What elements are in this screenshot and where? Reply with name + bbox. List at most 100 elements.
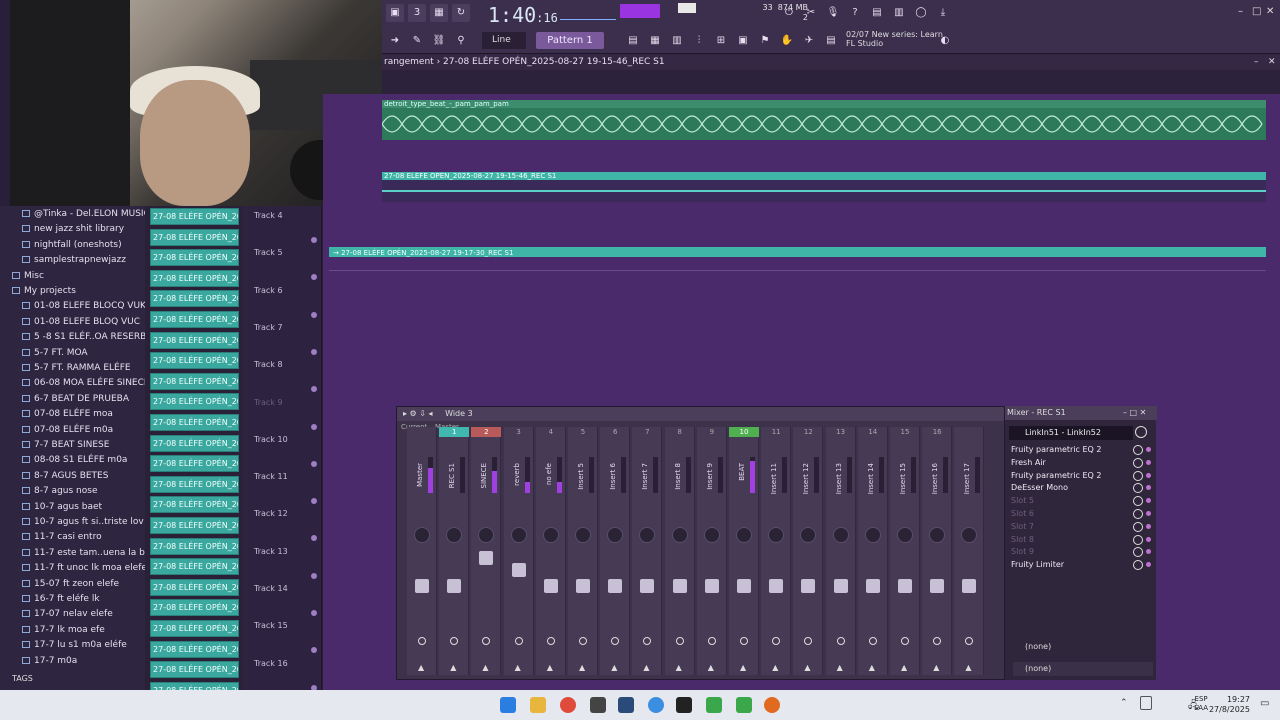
volume-fader[interactable] bbox=[801, 579, 816, 593]
volume-fader[interactable] bbox=[640, 579, 655, 593]
route-toggle[interactable] bbox=[965, 637, 974, 645]
route-toggle[interactable] bbox=[772, 637, 781, 645]
mixer-input-select[interactable]: LinkIn51 - LinkIn52 bbox=[1009, 426, 1133, 440]
slot-enable-dot[interactable] bbox=[1146, 485, 1151, 491]
edge-icon[interactable] bbox=[648, 697, 664, 713]
volume-fader[interactable] bbox=[415, 579, 429, 593]
route-arrow-icon[interactable]: ▲ bbox=[772, 663, 778, 672]
playlist-minimize-icon[interactable]: – bbox=[1254, 57, 1259, 67]
save-icon[interactable]: ▤ bbox=[868, 4, 886, 22]
slot-mix-knob[interactable] bbox=[1133, 445, 1143, 455]
route-toggle[interactable] bbox=[643, 637, 652, 645]
news-panel[interactable]: 02/07 New series: Learn FL Studio bbox=[846, 30, 943, 48]
song-position-clock[interactable]: 1:40:16 bbox=[488, 3, 558, 27]
route-toggle[interactable] bbox=[546, 637, 555, 645]
mixer-layout-label[interactable]: Wide 3 bbox=[445, 409, 473, 418]
route-arrow-icon[interactable]: ▲ bbox=[933, 663, 939, 672]
playlist-icon[interactable]: ▤ bbox=[624, 32, 642, 50]
mixer-channel[interactable]: Insert 17 ▲ bbox=[954, 427, 985, 675]
slot-enable-dot[interactable] bbox=[1146, 472, 1151, 478]
pan-knob[interactable] bbox=[542, 527, 559, 543]
route-toggle[interactable] bbox=[514, 637, 523, 645]
mixer-channel[interactable]: 11 Insert 11 ▲ bbox=[761, 427, 792, 675]
stamp-icon[interactable]: ⚲ bbox=[452, 32, 470, 50]
track-header[interactable]: Track 15 bbox=[254, 621, 288, 630]
route-arrow-icon[interactable]: ▲ bbox=[547, 663, 553, 672]
route-arrow-icon[interactable]: ▲ bbox=[450, 663, 456, 672]
track-mute-dot[interactable] bbox=[311, 572, 317, 579]
clip-item[interactable]: 27-08 ELÉFE OPÉN_2025... bbox=[150, 558, 239, 576]
slot-enable-dot[interactable] bbox=[1146, 562, 1151, 568]
clip-item[interactable]: 27-08 ELÉFE OPÉN_2025... bbox=[150, 249, 239, 267]
clip-item[interactable]: 27-08 ELÉFE OPÉN_2025... bbox=[150, 269, 239, 287]
send-select-1[interactable]: (none) bbox=[1013, 640, 1153, 654]
slot-mix-knob[interactable] bbox=[1133, 470, 1143, 481]
route-toggle[interactable] bbox=[482, 637, 491, 645]
route-toggle[interactable] bbox=[868, 637, 877, 645]
mixer-channel[interactable]: 12 Insert 12 ▲ bbox=[793, 427, 824, 675]
track-mute-dot[interactable] bbox=[311, 311, 317, 318]
play-arrow-icon[interactable]: ➜ bbox=[386, 32, 404, 50]
clip-item[interactable]: 27-08 ELÉFE OPÉN_2025... bbox=[150, 537, 239, 555]
system-clock[interactable]: 19:27 27/8/2025 bbox=[1209, 695, 1250, 715]
mixer-channel[interactable]: 6 Insert 6 ▲ bbox=[600, 427, 631, 675]
pan-knob[interactable] bbox=[575, 527, 591, 543]
volume-fader[interactable] bbox=[511, 563, 526, 577]
volume-fader[interactable] bbox=[704, 579, 719, 593]
volume-fader[interactable] bbox=[447, 579, 462, 593]
close-icon[interactable]: ✕ bbox=[1266, 6, 1274, 17]
volume-fader[interactable] bbox=[543, 579, 558, 593]
mixer-effect-slot[interactable]: Fruity Limiter bbox=[1011, 559, 1131, 571]
track-mute-dot[interactable] bbox=[311, 274, 317, 281]
track-mute-dot[interactable] bbox=[311, 423, 317, 430]
clip-item[interactable]: 27-08 ELÉFE OPÉN_2025... bbox=[150, 599, 239, 617]
track-mute-dot[interactable] bbox=[311, 460, 317, 467]
mixer-effect-slot[interactable]: Slot 7 bbox=[1011, 521, 1131, 533]
mixer-channel[interactable]: Master ▲ bbox=[407, 427, 437, 675]
browser-item[interactable]: 07-08 ELÉFE m0a bbox=[22, 425, 113, 435]
start-icon[interactable] bbox=[500, 697, 516, 713]
route-arrow-icon[interactable]: ▲ bbox=[869, 663, 875, 672]
pattern-select[interactable]: Pattern 1 bbox=[536, 32, 604, 49]
route-arrow-icon[interactable]: ▲ bbox=[515, 663, 521, 672]
mixer-effect-slot[interactable]: DeEsser Mono bbox=[1011, 482, 1131, 494]
volume-fader[interactable] bbox=[898, 579, 912, 593]
track-header[interactable]: Track 8 bbox=[254, 360, 283, 369]
route-arrow-icon[interactable]: ▲ bbox=[901, 663, 907, 672]
route-toggle[interactable] bbox=[836, 637, 845, 645]
pan-knob[interactable] bbox=[510, 527, 527, 543]
track-mute-dot[interactable] bbox=[311, 535, 317, 542]
volume-fader[interactable] bbox=[576, 579, 590, 593]
browser-icon[interactable]: ⊞ bbox=[712, 32, 730, 50]
power-icon[interactable]: ⏻ bbox=[780, 4, 798, 22]
pan-knob[interactable] bbox=[897, 527, 913, 543]
browser-item[interactable]: 08-08 S1 ELÉFE m0a bbox=[22, 455, 127, 465]
clip-item[interactable]: 27-08 ELÉFE OPÉN_2025... bbox=[150, 517, 239, 534]
browser-item[interactable]: samplestrapnewjazz bbox=[22, 255, 126, 265]
clip-item[interactable]: 27-08 ELÉFE OPÉN_2025... bbox=[150, 414, 239, 431]
pan-knob[interactable] bbox=[671, 527, 688, 543]
slot-mix-knob[interactable] bbox=[1133, 547, 1143, 558]
channel-rack-icon[interactable]: ▥ bbox=[668, 32, 686, 50]
browser-item[interactable]: 5-7 FT. RAMMA ELÉFE bbox=[22, 363, 131, 373]
browser-item[interactable]: 01-08 ELEFE BLOQ VUC bbox=[22, 317, 140, 327]
track-mute-dot[interactable] bbox=[311, 348, 317, 355]
browser-item[interactable]: @Tinka - Del.ELON MUSIC_ bbox=[22, 209, 154, 219]
mixer-channel[interactable]: 7 Insert 7 ▲ bbox=[632, 427, 663, 675]
playlist-timeline[interactable] bbox=[382, 70, 1280, 94]
route-arrow-icon[interactable]: ▲ bbox=[418, 663, 424, 672]
vocal-clip-1[interactable]: 27-08 ELÉFE OPÉN_2025-08-27 19-15-46_REC… bbox=[382, 172, 1266, 202]
mic-icon[interactable]: 🎙 bbox=[824, 4, 842, 22]
vocal-clip-2[interactable]: → 27-08 ELÉFE OPÉN_2025-08-27 19-17-30_R… bbox=[329, 247, 1266, 257]
mixer-channel[interactable]: 14 Insert 14 ▲ bbox=[857, 427, 888, 675]
clip-item[interactable]: 27-08 ELÉFE OPÉN_2025... bbox=[150, 620, 239, 637]
clip-item[interactable]: 27-08 ELÉFE OPÉN_2025... bbox=[150, 352, 239, 370]
route-toggle[interactable] bbox=[707, 637, 716, 645]
track-header[interactable]: Track 6 bbox=[254, 286, 283, 295]
app-icon[interactable] bbox=[590, 697, 606, 713]
touch-icon[interactable]: ✋ bbox=[778, 32, 796, 50]
fl-studio-icon[interactable] bbox=[706, 697, 722, 713]
browser-item[interactable]: 11-7 ft unoc lk moa elefe bbox=[22, 563, 147, 573]
slot-enable-dot[interactable] bbox=[1146, 549, 1151, 555]
slot-mix-knob[interactable] bbox=[1133, 496, 1143, 507]
